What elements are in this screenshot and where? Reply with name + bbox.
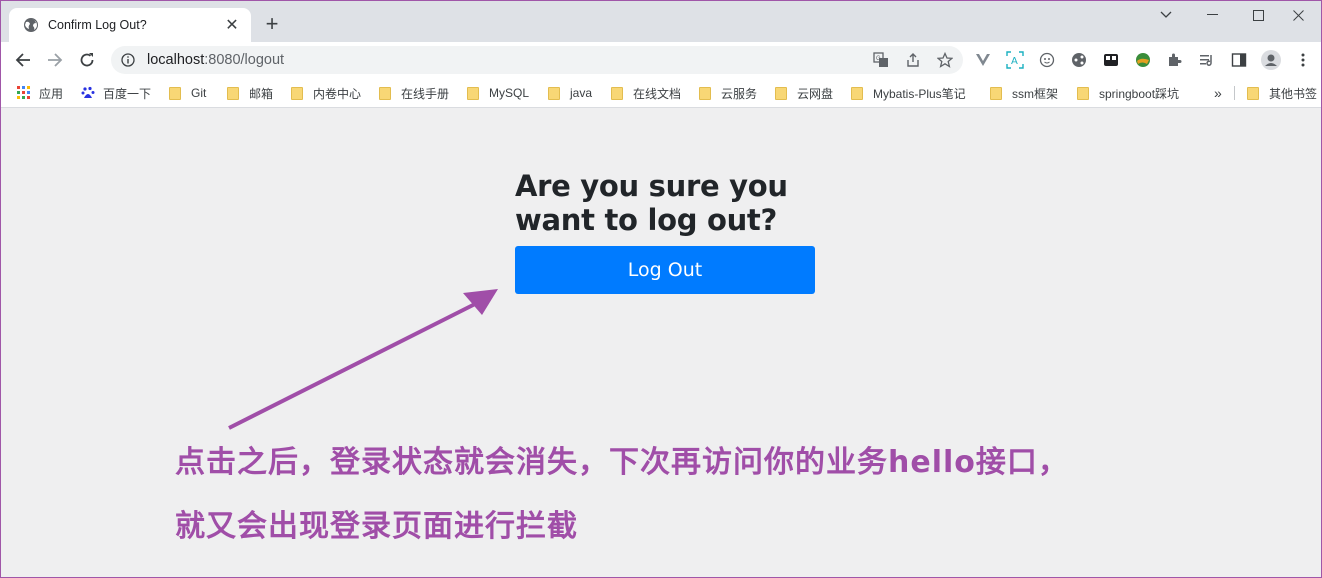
folder-icon — [990, 86, 1002, 100]
translate-icon[interactable]: G — [871, 50, 891, 70]
folder-icon — [1247, 86, 1259, 100]
browser-toolbar: localhost:8080/logout G A — [1, 42, 1321, 78]
folder-icon — [291, 86, 303, 100]
profile-avatar-icon[interactable] — [1261, 50, 1281, 70]
extensions-puzzle-icon[interactable] — [1165, 50, 1185, 70]
bookmark-git[interactable]: Git — [169, 83, 206, 103]
folder-icon — [699, 86, 711, 100]
close-window-button[interactable] — [1275, 1, 1321, 29]
folder-icon — [548, 86, 560, 100]
folder-icon — [611, 86, 623, 100]
share-icon[interactable] — [903, 50, 923, 70]
reload-icon[interactable] — [75, 48, 99, 72]
globe-icon — [23, 17, 39, 33]
tab-search-icon[interactable] — [1143, 1, 1189, 29]
baidu-icon — [81, 86, 95, 100]
media-control-icon[interactable] — [1197, 50, 1217, 70]
folder-icon — [379, 86, 391, 100]
active-tab[interactable]: Confirm Log Out? ✕ — [9, 8, 251, 42]
folder-icon — [227, 86, 239, 100]
new-tab-button[interactable]: + — [261, 11, 283, 36]
site-info-icon[interactable] — [121, 52, 137, 68]
bookmark-docs[interactable]: 在线文档 — [611, 83, 681, 103]
side-panel-icon[interactable] — [1229, 50, 1249, 70]
svg-text:G: G — [876, 56, 881, 62]
bookmarks-bar: 应用 百度一下 Git 邮箱 内卷中心 在线手册 MySQL java 在线文档… — [1, 78, 1321, 108]
bookmark-ssm[interactable]: ssm框架 — [990, 83, 1058, 103]
tab-title: Confirm Log Out? — [48, 18, 147, 32]
share-ext-icon[interactable] — [1069, 50, 1089, 70]
bookmark-baidu[interactable]: 百度一下 — [81, 83, 151, 103]
cookie-ext-icon[interactable] — [1037, 50, 1057, 70]
bookmark-apps[interactable]: 应用 — [17, 83, 63, 103]
bookmark-star-icon[interactable] — [935, 50, 955, 70]
bookmark-manual[interactable]: 在线手册 — [379, 83, 449, 103]
extensions-area: A — [973, 50, 1313, 70]
globe-ext-icon[interactable] — [1133, 50, 1153, 70]
bookmark-mysql[interactable]: MySQL — [467, 83, 529, 103]
vue-devtools-icon[interactable] — [973, 50, 993, 70]
svg-text:A: A — [1011, 56, 1018, 67]
folder-icon — [851, 86, 863, 100]
folder-icon — [169, 86, 181, 100]
more-bookmarks-chevron-icon[interactable]: » — [1214, 83, 1222, 103]
bookmark-neijuan[interactable]: 内卷中心 — [291, 83, 361, 103]
bookmark-other[interactable]: 其他书签 — [1247, 83, 1317, 103]
folder-icon — [467, 86, 479, 100]
bookmark-springboot[interactable]: springboot踩坑 — [1077, 83, 1179, 103]
bookmarks-divider — [1234, 86, 1235, 100]
bookmark-mybatis[interactable]: Mybatis-Plus笔记 — [851, 83, 966, 103]
tab-strip: Confirm Log Out? ✕ + — [1, 1, 1321, 42]
back-icon[interactable] — [11, 48, 35, 72]
annotation-line-1: 点击之后，登录状态就会消失，下次再访问你的业务hello接口， — [175, 445, 1069, 480]
translate-ext-icon[interactable]: A — [1005, 50, 1025, 70]
apps-grid-icon — [17, 86, 31, 100]
tab-manager-ext-icon[interactable] — [1101, 50, 1121, 70]
bookmark-cloud-disk[interactable]: 云网盘 — [775, 83, 833, 103]
minimize-button[interactable] — [1189, 1, 1235, 29]
forward-icon[interactable] — [43, 48, 67, 72]
bookmark-cloud-service[interactable]: 云服务 — [699, 83, 757, 103]
annotation-line-2: 就又会出现登录页面进行拦截 — [175, 509, 578, 544]
more-menu-icon[interactable] — [1293, 50, 1313, 70]
bookmark-java[interactable]: java — [548, 83, 592, 103]
folder-icon — [1077, 86, 1089, 100]
bookmark-mail[interactable]: 邮箱 — [227, 83, 273, 103]
folder-icon — [775, 86, 787, 100]
url-text: localhost:8080/logout — [147, 52, 285, 68]
close-tab-icon[interactable]: ✕ — [223, 16, 241, 34]
page-content: Are you sure you want to log out? Log Ou… — [1, 109, 1321, 577]
address-bar[interactable]: localhost:8080/logout G — [111, 46, 963, 74]
